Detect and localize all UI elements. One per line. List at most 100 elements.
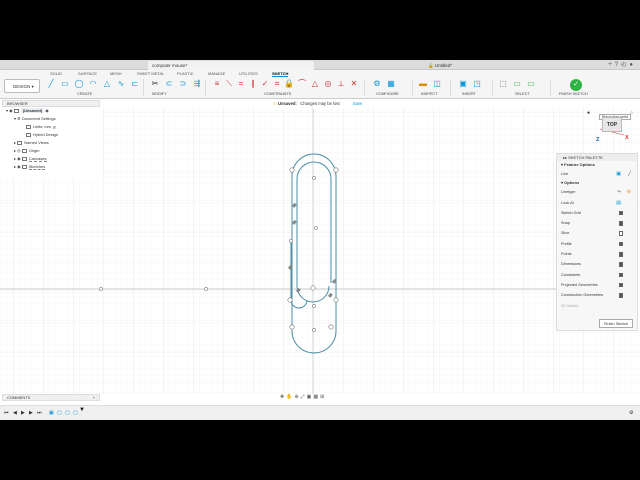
timeline-marker-icon[interactable]: ▼ xyxy=(79,407,85,413)
eye-icon[interactable]: ◉ xyxy=(9,108,13,113)
scale-tool-icon[interactable]: ⇶ xyxy=(192,79,202,89)
sketch-points[interactable] xyxy=(99,167,339,332)
view-cube[interactable]: TOP xyxy=(602,117,622,132)
inspect-group-label[interactable]: INSPECT xyxy=(421,92,437,96)
sketch-profile[interactable] xyxy=(290,153,337,354)
sketch-point[interactable] xyxy=(312,176,316,180)
workspace-switcher-button[interactable]: DESIGN ▾ xyxy=(4,79,40,93)
insert-group-label[interactable]: INSERT xyxy=(462,92,476,96)
browser-header[interactable]: BROWSER xyxy=(2,100,100,107)
finish-sketch-check-icon[interactable]: ✓ xyxy=(570,79,582,91)
polygon-tool-icon[interactable]: △ xyxy=(102,79,112,89)
sketch-point[interactable] xyxy=(287,297,293,303)
configure-group-label[interactable]: CONFIGURE xyxy=(376,92,399,96)
sketch-point[interactable] xyxy=(314,226,318,230)
tab-surface[interactable]: SURFACE xyxy=(78,71,97,76)
parameters-icon[interactable]: ⚙ xyxy=(372,79,382,89)
text-tool-icon[interactable]: ⊏ xyxy=(130,79,140,89)
create-group-label[interactable]: CREATE xyxy=(77,92,92,96)
tab-mesh[interactable]: MESH xyxy=(110,71,122,76)
perpendicular-constraint-icon[interactable]: ⟂ xyxy=(336,79,346,89)
select-icon[interactable]: ⬚ xyxy=(498,79,508,89)
browser-item-canvases[interactable]: ▸ ◉ Canvases xyxy=(2,155,100,163)
centerline-linetype-icon[interactable]: ⊖ xyxy=(627,187,631,197)
snap-checkbox[interactable] xyxy=(618,221,623,226)
sketch-point[interactable] xyxy=(328,324,334,330)
sketch-point[interactable] xyxy=(289,167,295,173)
dimensions-checkbox[interactable] xyxy=(618,262,623,267)
inner-clip-line-left[interactable] xyxy=(296,179,330,303)
browser-item-hybrid-design[interactable]: Hybrid Design xyxy=(2,131,100,139)
tab-sheet-metal[interactable]: SHEET METAL xyxy=(137,71,164,76)
slice-checkbox[interactable] xyxy=(618,231,623,236)
viewports-icon[interactable]: ⊞ xyxy=(320,394,326,400)
origin-point[interactable] xyxy=(99,287,103,291)
browser-item-root[interactable]: ▾ ◉ (Unsaved) ◉ xyxy=(2,107,100,115)
freeform-select-icon[interactable]: ▭ xyxy=(526,79,536,89)
tangent-constraint-icon[interactable]: ✓ xyxy=(260,79,270,89)
outer-slot-line[interactable] xyxy=(291,153,337,354)
parallel-constraint-icon[interactable]: ∥ xyxy=(248,79,258,89)
sketch-point[interactable] xyxy=(333,297,339,303)
finish-sketch-button[interactable]: Finish Sketch xyxy=(598,319,633,328)
eye-icon[interactable]: ◎ xyxy=(17,148,21,153)
curvature-constraint-icon[interactable]: ⌒ xyxy=(297,79,307,89)
finish-sketch-group-label[interactable]: FINISH SKETCH xyxy=(559,92,588,96)
feature-options-header[interactable]: ▾ Feature Options xyxy=(557,161,637,169)
timeline-sketch-feature-icon[interactable]: ▣ xyxy=(49,410,54,416)
symmetry-constraint-icon[interactable]: ⌗ xyxy=(272,79,282,89)
window-select-icon[interactable]: ▭ xyxy=(512,79,522,89)
step-back-icon[interactable]: ◀ xyxy=(13,410,17,416)
timeline-sketch-feature-icon[interactable]: ▢ xyxy=(57,410,62,416)
construction-geometries-checkbox[interactable] xyxy=(618,293,623,298)
configure-table-icon[interactable]: ▦ xyxy=(386,79,396,89)
midpoint-constraint-icon[interactable]: △ xyxy=(310,79,320,89)
tab-manage[interactable]: MANAGE xyxy=(208,71,225,76)
constraints-checkbox[interactable] xyxy=(618,272,623,278)
sketch-point[interactable] xyxy=(333,167,339,173)
rectangle-tool-icon[interactable]: ▭ xyxy=(60,79,70,89)
view-cube-face[interactable]: TOP xyxy=(607,122,617,128)
sketch-point[interactable] xyxy=(312,304,316,308)
equal-constraint-icon[interactable]: = xyxy=(236,79,246,89)
options-header[interactable]: ▾ Options xyxy=(557,179,637,187)
sketch-palette-header[interactable]: ▸▸ SKETCH PALETTE xyxy=(557,154,637,161)
document-tab-untitled[interactable]: 🔒 Untitled* xyxy=(424,61,504,70)
play-icon[interactable]: ▶ xyxy=(21,410,25,416)
tab-utilities[interactable]: UTILITIES xyxy=(239,71,258,76)
timeline-settings-gear-icon[interactable]: ⚙ xyxy=(629,410,633,416)
home-view-icon[interactable]: ⌂ xyxy=(630,110,633,116)
browser-item-origin[interactable]: ▸ ◎ Origin xyxy=(2,147,100,155)
add-comment-icon[interactable]: + xyxy=(93,395,95,401)
save-link[interactable]: Save xyxy=(353,101,363,106)
line-tool-icon[interactable]: ╱ xyxy=(46,79,56,89)
timeline-sketch-feature-icon[interactable]: ▢ xyxy=(65,410,70,416)
move-tool-icon[interactable]: ⊃ xyxy=(178,79,188,89)
sketch-point[interactable] xyxy=(312,328,316,332)
user-avatar-icon[interactable]: ● xyxy=(629,62,636,68)
coincident-constraint-icon[interactable]: ⟍ xyxy=(224,79,234,89)
insert-dxf-icon[interactable]: ◳ xyxy=(472,79,482,89)
insert-image-icon[interactable]: ▣ xyxy=(458,79,468,89)
go-to-start-icon[interactable]: ⏮ xyxy=(4,410,9,416)
line-mode-icon[interactable]: ▣ xyxy=(616,169,621,179)
sketch-point[interactable] xyxy=(289,239,293,243)
fix-constraint-icon[interactable]: 🔒 xyxy=(284,79,294,89)
tab-solid[interactable]: SOLID xyxy=(50,71,62,76)
step-forward-icon[interactable]: ▶ xyxy=(29,410,33,416)
eye-icon[interactable]: ◉ xyxy=(17,156,21,161)
modify-group-label[interactable]: MODIFY xyxy=(152,92,167,96)
document-tab-active[interactable]: computer mouse* xyxy=(148,61,314,70)
concentric-constraint-icon[interactable]: ◎ xyxy=(323,79,333,89)
analysis-icon[interactable]: ◫ xyxy=(432,79,442,89)
comments-panel[interactable]: COMMENTS + xyxy=(2,394,100,401)
profile-checkbox[interactable] xyxy=(618,241,623,247)
trim-tool-icon[interactable]: ✂ xyxy=(150,79,160,89)
arc-tool-icon[interactable]: ◠ xyxy=(88,79,98,89)
inner-clip-hook[interactable] xyxy=(290,241,308,309)
measure-icon[interactable]: ▬ xyxy=(418,79,428,89)
inner-clip-line[interactable] xyxy=(296,161,332,283)
collinear-constraint-icon[interactable]: ✕ xyxy=(349,79,359,89)
points-checkbox[interactable] xyxy=(618,252,623,257)
eye-icon[interactable]: ◉ xyxy=(17,164,21,169)
